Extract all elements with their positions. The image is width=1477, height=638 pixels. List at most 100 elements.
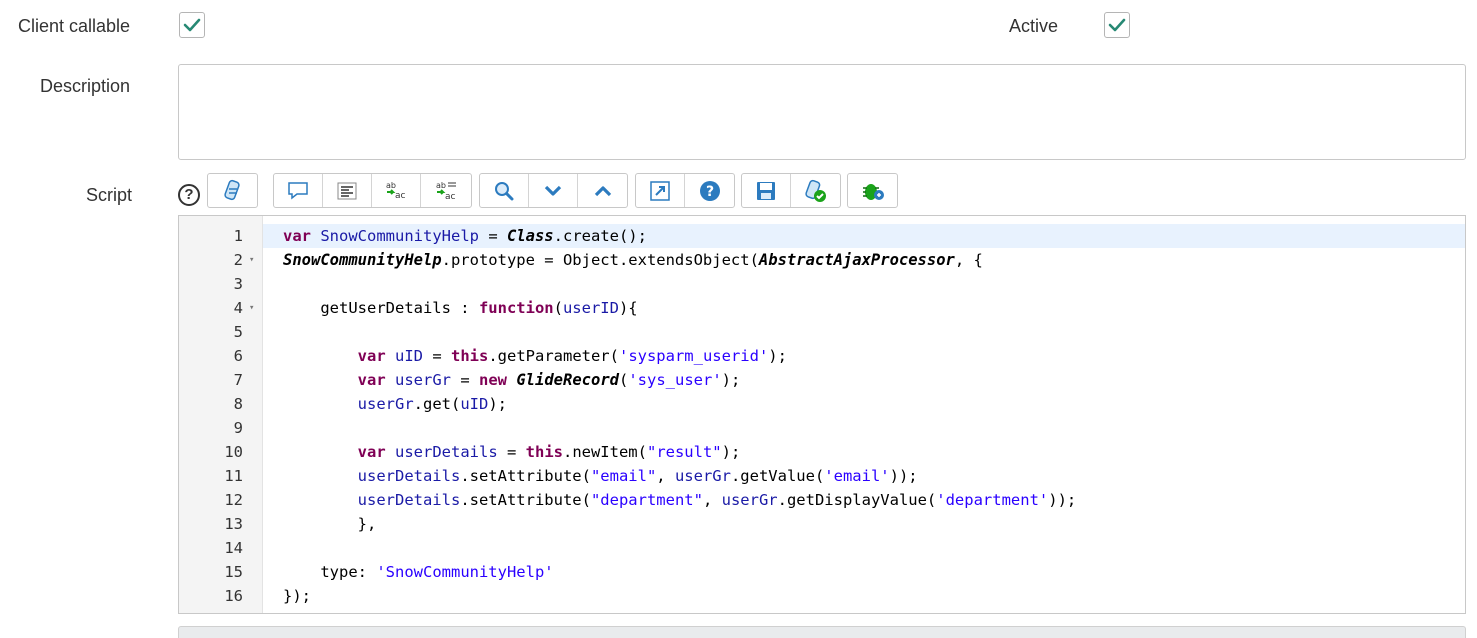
code-token: ( (553, 299, 563, 317)
code-line[interactable]: 6 var uID = this.getParameter('sysparm_u… (179, 344, 1465, 368)
code-line[interactable]: 16}); (179, 584, 1465, 608)
code-line[interactable]: 4 ▾ getUserDetails : function(userID){ (179, 296, 1465, 320)
code-line[interactable]: 5 (179, 320, 1465, 344)
code-token: "result" (646, 443, 722, 461)
syntax-check-icon (804, 179, 826, 202)
line-number: 5 (233, 323, 243, 341)
code-token: ); (721, 443, 741, 461)
help-button[interactable]: ? (685, 174, 734, 207)
checkmark-icon (1108, 18, 1126, 32)
code-token: userDetails (395, 443, 498, 461)
code-line[interactable]: 10 var userDetails = this.newItem("resul… (179, 440, 1465, 464)
code-token: uID (460, 395, 489, 413)
code-line[interactable]: 3 (179, 272, 1465, 296)
help-icon: ? (699, 180, 720, 201)
active-checkbox[interactable] (1104, 12, 1130, 38)
description-label: Description (40, 76, 131, 96)
code-text: var userDetails = this.newItem("result")… (283, 440, 741, 464)
replace-icon: abac (386, 181, 406, 201)
script-editor[interactable]: 1 var SnowCommunityHelp = Class.create();… (178, 215, 1466, 614)
script-help-icon[interactable]: ? (178, 184, 200, 206)
code-line[interactable]: 14 (179, 536, 1465, 560)
client-callable-checkbox[interactable] (179, 12, 205, 38)
replace-button[interactable]: ab ac (372, 174, 421, 207)
code-line[interactable]: 13 }, (179, 512, 1465, 536)
code-token: new (479, 371, 507, 389)
line-number: 15 (224, 563, 243, 581)
code-line[interactable]: 8 userGr.get(uID); (179, 392, 1465, 416)
code-token: .get( (413, 395, 461, 413)
code-token: 'department' (936, 491, 1049, 509)
code-text: var userGr = new GlideRecord('sys_user')… (283, 368, 741, 392)
fold-toggle-icon[interactable]: ▾ (249, 248, 254, 272)
replace-all-button[interactable]: ab ac (421, 174, 470, 207)
code-token: }); (283, 587, 311, 605)
code-text: }, (283, 512, 377, 536)
previous-button[interactable] (578, 174, 627, 207)
active-label: Active (1009, 16, 1059, 36)
code-text: type: 'SnowCommunityHelp' (283, 560, 553, 584)
line-number: 6 (233, 347, 243, 365)
code-token: , (702, 491, 722, 509)
next-button[interactable] (529, 174, 578, 207)
code-token: userDetails (357, 491, 461, 509)
comment-button[interactable] (274, 174, 323, 207)
code-token: var (357, 347, 386, 365)
code-line[interactable]: 11 userDetails.setAttribute("email", use… (179, 464, 1465, 488)
code-token: }, (283, 515, 377, 533)
comment-icon (288, 181, 308, 200)
code-token: ); (768, 347, 787, 365)
code-line[interactable]: 15 type: 'SnowCommunityHelp' (179, 560, 1465, 584)
syntax-check-button[interactable] (791, 174, 840, 207)
code-token: userGr (395, 371, 451, 389)
script-label: Script (86, 185, 133, 205)
code-token: function (478, 299, 554, 317)
code-text: userDetails.setAttribute("department", u… (283, 488, 1077, 512)
fold-toggle-icon[interactable]: ▾ (249, 296, 254, 320)
code-token: 'sysparm_userid' (618, 347, 769, 365)
description-textarea[interactable] (178, 64, 1466, 160)
code-token: userGr (721, 491, 778, 509)
code-token: AbstractAjaxProcessor (758, 251, 955, 269)
code-line[interactable]: 12 userDetails.setAttribute("department"… (179, 488, 1465, 512)
line-number: 13 (224, 515, 243, 533)
code-text: userDetails.setAttribute("email", userGr… (283, 464, 918, 488)
code-token: 'email' (824, 467, 890, 485)
code-token: SnowCommunityHelp (320, 227, 479, 245)
code-token: type: (283, 563, 377, 581)
line-number: 16 (224, 587, 243, 605)
debug-icon (862, 183, 884, 200)
code-line[interactable]: 1 var SnowCommunityHelp = Class.create(); (179, 224, 1465, 248)
code-token: = (478, 227, 507, 245)
svg-text:ab: ab (436, 181, 446, 190)
line-number: 9 (233, 419, 243, 437)
code-line[interactable]: 7 var userGr = new GlideRecord('sys_user… (179, 368, 1465, 392)
toolbar-group-6 (847, 173, 898, 208)
code-token: = (423, 347, 451, 365)
replace-all-icon: ab ac (436, 181, 456, 202)
fullscreen-button[interactable] (636, 174, 685, 207)
search-button[interactable] (480, 174, 529, 207)
toolbar-group-4: ? (635, 173, 735, 208)
code-token: SnowCommunityHelp (283, 251, 442, 269)
code-text: userGr.get(uID); (283, 392, 507, 416)
toolbar-group-1 (207, 173, 258, 208)
script-include-button[interactable] (208, 174, 257, 207)
code-line[interactable]: 2 ▾ SnowCommunityHelp.prototype = Object.e… (179, 248, 1465, 272)
code-line[interactable]: 9 (179, 416, 1465, 440)
svg-text:ac: ac (445, 192, 456, 202)
code-token: ); (721, 371, 741, 389)
save-button[interactable] (742, 174, 791, 207)
code-token: "email" (590, 467, 657, 485)
line-number: 3 (233, 275, 243, 293)
code-token: .getParameter( (488, 347, 619, 365)
format-code-button[interactable] (323, 174, 372, 207)
code-token: ){ (618, 299, 638, 317)
code-text: SnowCommunityHelp.prototype = Object.ext… (283, 248, 983, 272)
debug-button[interactable] (848, 174, 897, 207)
code-token: = (451, 371, 479, 389)
code-token: .create(); (553, 227, 647, 245)
